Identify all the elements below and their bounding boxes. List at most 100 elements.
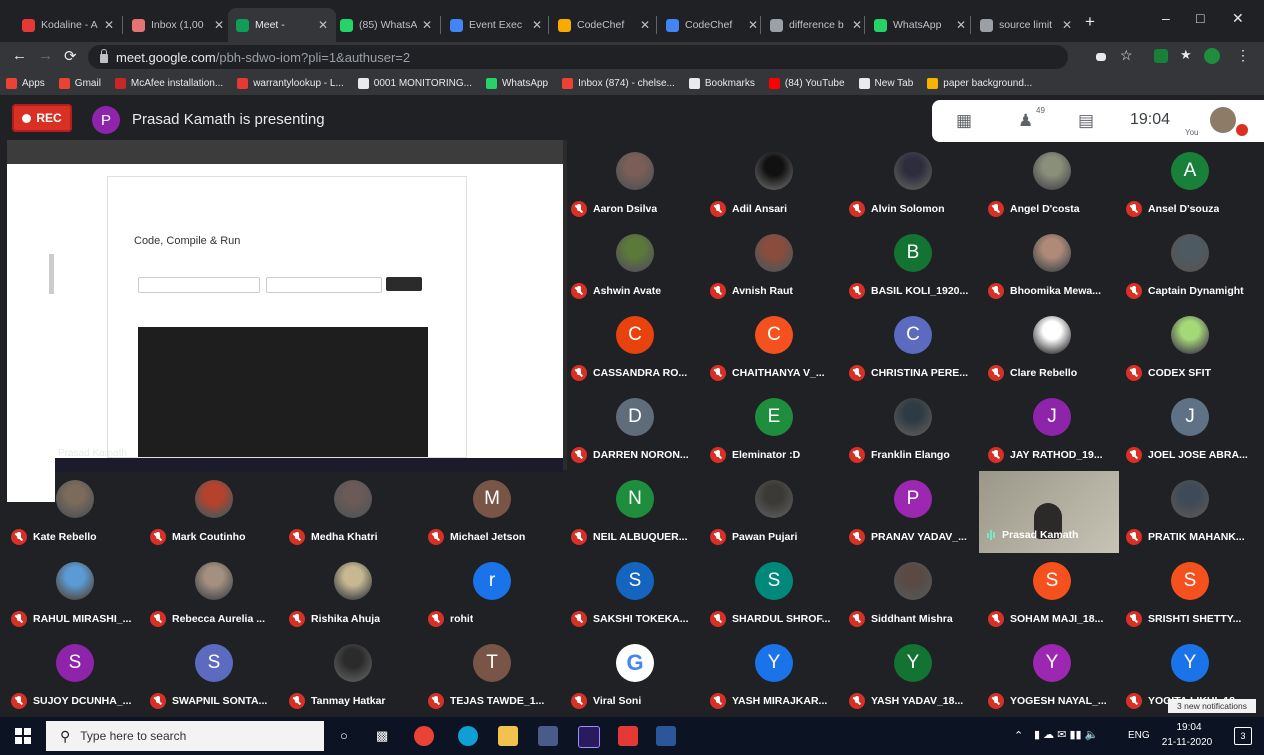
bookmark-item[interactable]: 0001 MONITORING... — [357, 78, 472, 89]
maximize-button[interactable]: □ — [1196, 10, 1204, 26]
bookmark-item[interactable]: Bookmarks — [688, 78, 755, 89]
participant-tile[interactable]: CODEX SFIT — [1121, 307, 1259, 389]
participant-tile[interactable]: Captain Dynamight — [1121, 225, 1259, 307]
star-icon[interactable]: ☆ — [1120, 47, 1133, 64]
file-explorer-icon[interactable] — [498, 726, 518, 746]
forward-icon[interactable]: → — [38, 47, 53, 64]
participant-tile[interactable]: Aaron Dsilva — [566, 143, 704, 225]
bookmark-item[interactable]: WhatsApp — [485, 78, 548, 89]
grid-layout-icon[interactable]: ▦ — [956, 111, 972, 131]
new-tab-button[interactable]: + — [1085, 12, 1095, 32]
participant-tile[interactable]: N NEIL ALBUQUER... — [566, 471, 704, 553]
participant-tile[interactable]: Bhoomika Mewa... — [983, 225, 1121, 307]
participant-tile[interactable]: Adil Ansari — [705, 143, 843, 225]
tab-close-icon[interactable]: ✕ — [214, 18, 224, 32]
puzzle-icon[interactable]: ★ — [1180, 47, 1192, 63]
bookmark-item[interactable]: (84) YouTube — [768, 78, 845, 89]
app-icon-2[interactable] — [618, 726, 638, 746]
participant-tile[interactable]: B BASIL KOLI_1920... — [844, 225, 982, 307]
participant-tile[interactable]: Mark Coutinho — [145, 471, 283, 553]
menu-icon[interactable]: ⋮ — [1236, 47, 1250, 64]
tray-chevron-icon[interactable]: ⌃ — [1014, 729, 1023, 742]
tab-close-icon[interactable]: ✕ — [532, 18, 542, 32]
taskbar-search[interactable]: ⚲ Type here to search — [46, 721, 324, 751]
bookmark-item[interactable]: Apps — [6, 78, 45, 89]
participant-tile[interactable]: Pawan Pujari — [705, 471, 843, 553]
participant-tile[interactable]: S SRISHTI SHETTY... — [1121, 553, 1259, 635]
participant-tile[interactable]: Alvin Solomon — [844, 143, 982, 225]
action-center-icon[interactable]: 3 — [1234, 727, 1252, 745]
participant-tile[interactable]: Y YASH MIRAJKAR... — [705, 635, 843, 717]
tab-close-icon[interactable]: ✕ — [104, 18, 114, 32]
browser-tab[interactable]: Kodaline - A ✕ — [14, 8, 122, 42]
participant-tile[interactable]: Angel D'costa — [983, 143, 1121, 225]
back-icon[interactable]: ← — [12, 47, 27, 64]
browser-tab[interactable]: Meet - ✕ — [228, 8, 336, 42]
tab-close-icon[interactable]: ✕ — [748, 18, 758, 32]
camera-icon[interactable] — [1096, 53, 1106, 61]
browser-tab[interactable]: source limit ✕ — [972, 8, 1080, 42]
participant-tile[interactable]: Y YOGESH NAYAL_... — [983, 635, 1121, 717]
browser-tab[interactable]: WhatsApp ✕ — [866, 8, 974, 42]
participant-tile[interactable]: Medha Khatri — [284, 471, 422, 553]
bookmark-item[interactable]: Inbox (874) - chelse... — [562, 78, 675, 89]
browser-tab[interactable]: CodeChef ✕ — [550, 8, 658, 42]
bookmark-item[interactable]: McAfee installation... — [114, 78, 223, 89]
tab-close-icon[interactable]: ✕ — [422, 18, 432, 32]
participant-tile[interactable]: S SAKSHI TOKEKA... — [566, 553, 704, 635]
participant-tile[interactable]: Rishika Ahuja — [284, 553, 422, 635]
chrome-icon[interactable] — [414, 726, 434, 746]
tab-close-icon[interactable]: ✕ — [852, 18, 862, 32]
participant-tile[interactable]: Y YASH YADAV_18... — [844, 635, 982, 717]
participant-tile[interactable]: G Viral Soni — [566, 635, 704, 717]
reload-icon[interactable]: ⟳ — [64, 47, 77, 65]
participant-tile[interactable]: Siddhant Mishra — [844, 553, 982, 635]
minimize-button[interactable]: – — [1162, 10, 1170, 26]
browser-tab[interactable]: Inbox (1,00 ✕ — [124, 8, 232, 42]
participant-tile[interactable]: S SUJOY DCUNHA_... — [6, 635, 144, 717]
language-indicator[interactable]: ENG — [1128, 730, 1150, 741]
participant-tile[interactable]: r rohit — [423, 553, 561, 635]
tab-close-icon[interactable]: ✕ — [1062, 18, 1072, 32]
participant-tile[interactable]: Franklin Elango — [844, 389, 982, 471]
tab-close-icon[interactable]: ✕ — [956, 18, 966, 32]
participant-tile[interactable]: T TEJAS TAWDE_1... — [423, 635, 561, 717]
participant-tile[interactable]: Avnish Raut — [705, 225, 843, 307]
cortana-icon[interactable]: ○ — [340, 728, 348, 743]
participant-tile[interactable]: Kate Rebello — [6, 471, 144, 553]
tray-date[interactable]: 21-11-2020 — [1158, 737, 1216, 748]
edge-icon[interactable] — [458, 726, 478, 746]
premiere-icon[interactable] — [578, 726, 600, 748]
people-icon[interactable]: ♟ — [1018, 111, 1033, 131]
participant-tile[interactable]: PRATIK MAHANK... — [1121, 471, 1259, 553]
side-scrollbar[interactable] — [49, 254, 54, 294]
participant-tile[interactable]: C CHRISTINA PERE... — [844, 307, 982, 389]
participant-tile[interactable]: J JOEL JOSE ABRA... — [1121, 389, 1259, 471]
participant-tile[interactable]: C CHAITHANYA V_... — [705, 307, 843, 389]
participant-tile[interactable]: J JAY RATHOD_19... — [983, 389, 1121, 471]
participant-tile[interactable]: Tanmay Hatkar — [284, 635, 422, 717]
close-window-button[interactable]: ✕ — [1232, 10, 1244, 27]
tray-time[interactable]: 19:04 — [1164, 722, 1214, 733]
bookmark-item[interactable]: warrantylookup - L... — [237, 78, 344, 89]
participant-tile[interactable]: D DARREN NORON... — [566, 389, 704, 471]
browser-tab[interactable]: (85) WhatsA ✕ — [332, 8, 440, 42]
tray-icons[interactable]: ▮ ☁ ✉ ▮▮ 🔈 — [1034, 728, 1098, 741]
bookmark-item[interactable]: paper background... — [927, 78, 1032, 89]
participant-tile[interactable]: E Eleminator :D — [705, 389, 843, 471]
participant-tile[interactable]: S SWAPNIL SONTA... — [145, 635, 283, 717]
notification-toast[interactable]: 3 new notifications — [1168, 699, 1256, 713]
browser-tab[interactable]: CodeChef ✕ — [658, 8, 766, 42]
bookmark-item[interactable]: New Tab — [858, 78, 913, 89]
participant-tile[interactable]: Ashwin Avate — [566, 225, 704, 307]
windows-start-icon[interactable] — [15, 728, 31, 744]
tab-close-icon[interactable]: ✕ — [640, 18, 650, 32]
participant-tile[interactable]: RAHUL MIRASHI_... — [6, 553, 144, 635]
task-view-icon[interactable]: ▩ — [376, 728, 388, 744]
extension-icon[interactable] — [1154, 49, 1168, 63]
chat-icon[interactable]: ▤ — [1078, 111, 1094, 131]
browser-tab[interactable]: Event Exec ✕ — [442, 8, 550, 42]
bookmark-item[interactable]: Gmail — [58, 78, 101, 89]
profile-icon[interactable] — [1204, 48, 1220, 64]
participant-tile[interactable]: C CASSANDRA RO... — [566, 307, 704, 389]
